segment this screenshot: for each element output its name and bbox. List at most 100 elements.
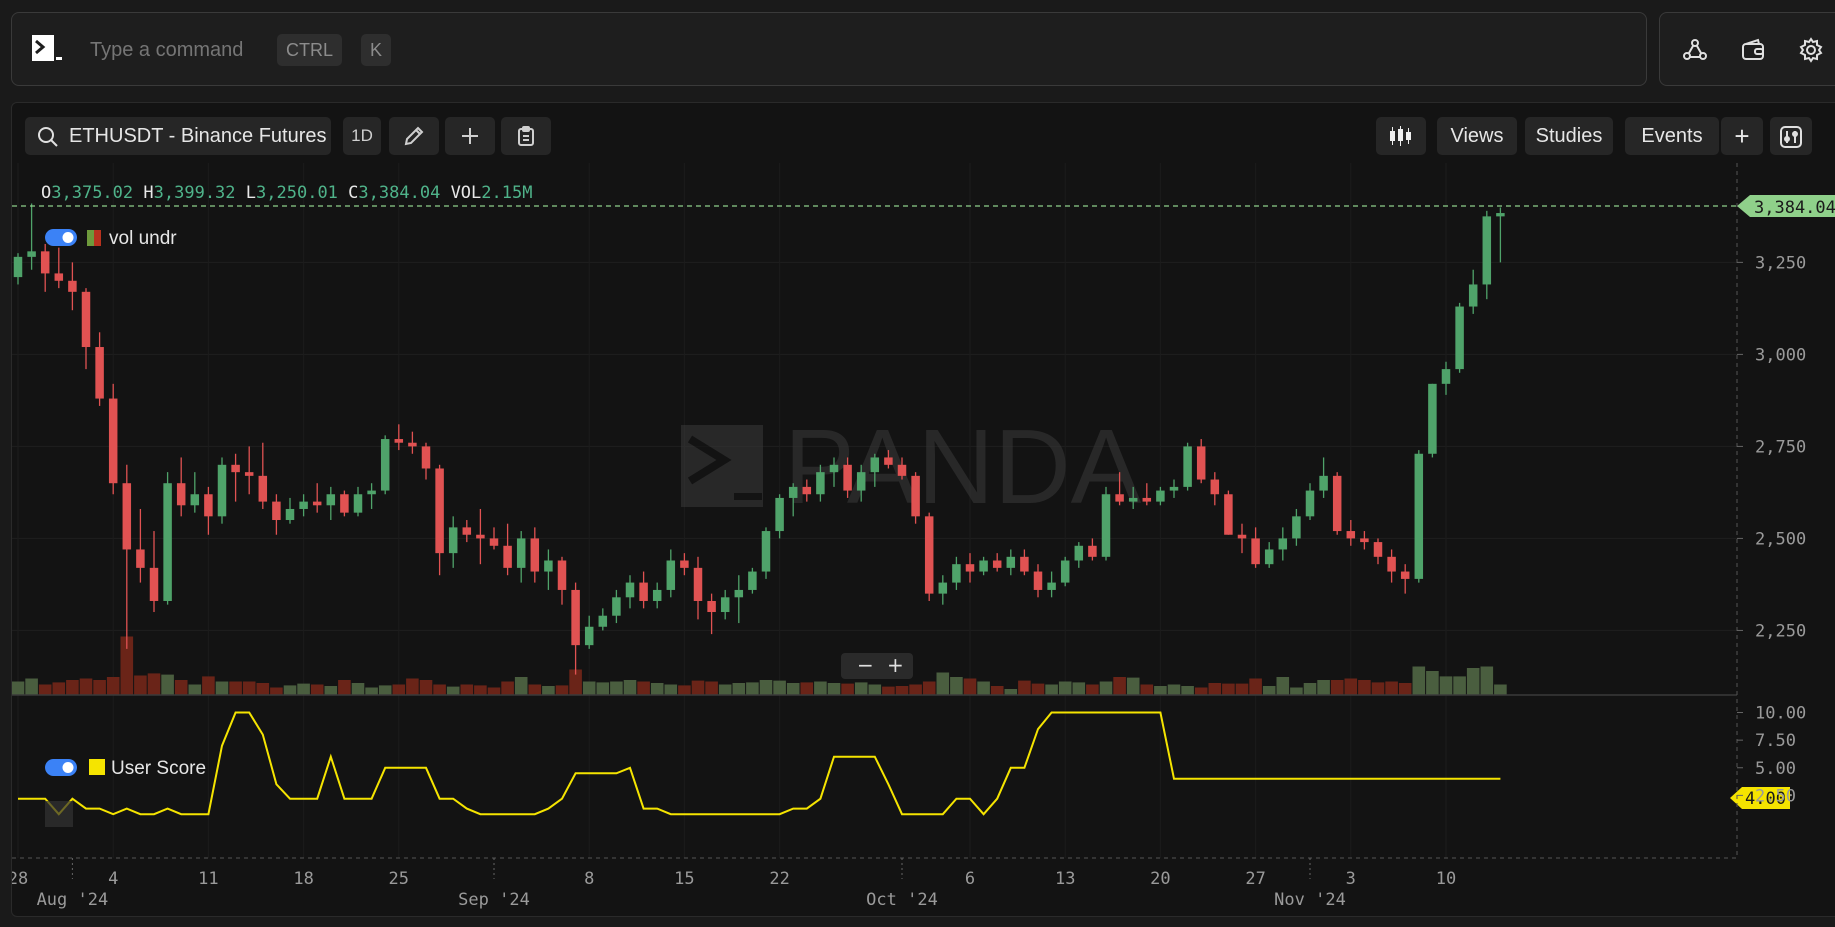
candle-body [788, 486, 798, 498]
volume-bar [528, 684, 542, 695]
volume-bar [351, 683, 365, 695]
candle-body [299, 501, 308, 509]
volume-bar [324, 686, 338, 695]
candle-body [1142, 497, 1152, 502]
candle-body [734, 589, 744, 598]
volume-bar [542, 686, 555, 695]
candle-body [1183, 446, 1192, 487]
volume-bar [922, 681, 936, 695]
candle-body [1346, 531, 1356, 539]
candle-body [1278, 538, 1288, 550]
candle-body [489, 538, 499, 546]
network-icon[interactable] [1682, 37, 1708, 63]
volume-bar [936, 672, 950, 695]
candle-body [897, 464, 907, 476]
time-tick-label: 15 [674, 869, 694, 889]
zoom-out-button[interactable]: − [857, 653, 874, 677]
volume-bar [1494, 684, 1507, 695]
time-tick-label: 3 [1346, 869, 1356, 889]
candle-body [1441, 369, 1451, 384]
candle-body [435, 468, 444, 554]
volume-bar [1126, 677, 1140, 695]
candle-body [136, 549, 145, 568]
candle-body [13, 256, 23, 278]
candle-body [639, 582, 648, 601]
command-input[interactable] [90, 37, 290, 63]
candle-body [353, 494, 363, 513]
volume-bar [338, 680, 351, 695]
candle-body [802, 486, 812, 495]
candle-body [27, 251, 36, 257]
candle-body [1428, 383, 1437, 454]
candle-body [1319, 475, 1328, 491]
time-tick-label: 6 [965, 869, 975, 889]
volume-bar [1344, 678, 1358, 695]
candle-body [285, 508, 295, 521]
candle-body [1169, 486, 1179, 491]
volume-bar [406, 678, 419, 695]
candle-body [992, 560, 1002, 568]
volume-bar [1385, 681, 1398, 695]
wallet-icon[interactable] [1740, 37, 1766, 63]
volume-bar [1439, 676, 1453, 695]
candle-body [163, 483, 172, 601]
price-chart[interactable]: PANDA 3,384.04 4.00 3,2503,0002,7502,500… [12, 103, 1835, 917]
month-label: Aug '24 [37, 890, 109, 910]
volume-bar [242, 681, 256, 695]
candle-body [1033, 571, 1043, 590]
volume-bar [1194, 687, 1208, 695]
volume-bar [202, 676, 215, 695]
candle-body [1006, 556, 1016, 568]
volume-bar [1480, 666, 1494, 695]
settings-gear-icon[interactable] [1798, 37, 1824, 63]
candle-body [748, 571, 757, 590]
candle-body [1373, 542, 1383, 557]
candle-body [938, 582, 948, 594]
score-tick-label: 5.00 [1755, 759, 1796, 779]
time-tick-label: 28 [12, 869, 28, 889]
zoom-in-button[interactable]: + [887, 653, 904, 677]
volume-study-label: vol undr [109, 228, 177, 249]
candle-body [516, 538, 526, 568]
ohlc-high-label: H [143, 183, 153, 203]
volume-bar [25, 678, 38, 695]
volume-bar [12, 681, 25, 695]
volume-bar [623, 680, 637, 695]
volume-bar [1208, 683, 1222, 695]
candle-body [1020, 556, 1029, 572]
candle-body [1251, 538, 1260, 565]
candle-body [965, 564, 975, 572]
candle-body [40, 251, 50, 274]
ohlc-open: 3,375.02 [51, 183, 133, 203]
candle-body [761, 531, 771, 572]
candle-body [462, 527, 472, 535]
candle-body [1224, 494, 1233, 535]
time-tick-label: 4 [108, 869, 118, 889]
candle-body [1292, 516, 1301, 539]
volume-bar [93, 680, 106, 695]
candle-body [1400, 571, 1410, 579]
candle-body [367, 490, 376, 495]
shortcut-key-k: K [361, 34, 392, 66]
volume-down-swatch [94, 230, 101, 246]
volume-bar [1018, 680, 1031, 695]
candle-body [190, 494, 200, 506]
candle-body [408, 442, 417, 447]
candle-body [312, 501, 322, 506]
volume-bar [378, 685, 392, 695]
time-tick-label: 13 [1055, 869, 1075, 889]
candle-body [693, 567, 703, 601]
volume-bar [1099, 681, 1113, 695]
volume-bar [1058, 681, 1072, 695]
time-tick-label: 8 [584, 869, 594, 889]
volume-bar [596, 682, 610, 695]
candle-body [1210, 479, 1220, 495]
score-study-label: User Score [111, 758, 206, 779]
score-swatch [89, 759, 105, 775]
volume-bar [433, 684, 446, 695]
volume-bar [1426, 671, 1439, 695]
volume-bar [474, 685, 487, 695]
ohlc-volume-label: VOL [451, 183, 482, 203]
volume-bar [1276, 677, 1290, 695]
candle-body [557, 560, 567, 590]
